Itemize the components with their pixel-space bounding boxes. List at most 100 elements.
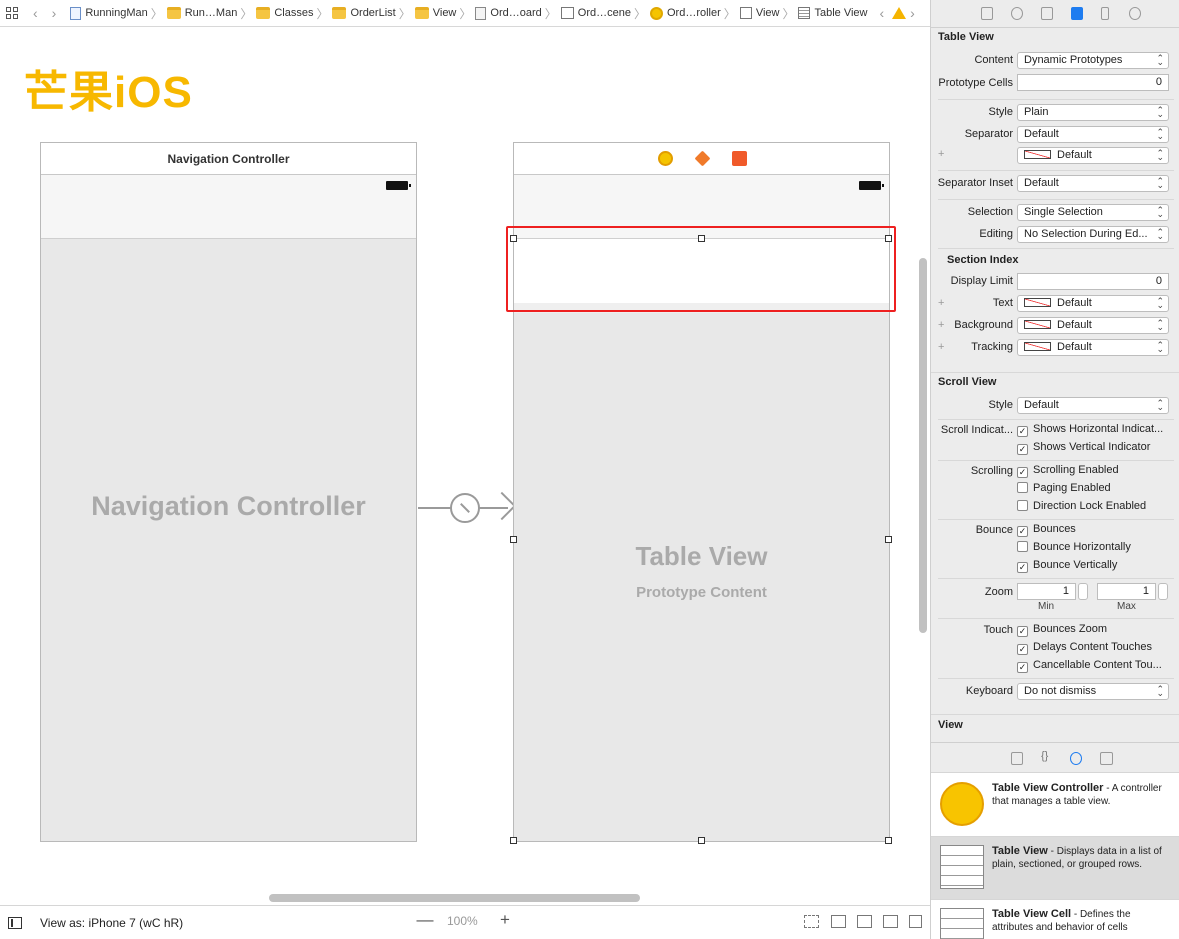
outline-toggle-icon[interactable] xyxy=(8,916,22,929)
style-popup[interactable]: Plain xyxy=(1017,104,1169,121)
touch-label: Touch xyxy=(983,624,1013,636)
color-swatch-icon xyxy=(1024,320,1051,329)
scroll-style-popup[interactable]: Default xyxy=(1017,397,1169,414)
breadcrumb-item[interactable]: Classes 〉 xyxy=(256,5,332,22)
folder-icon xyxy=(166,7,181,19)
text-color-popup[interactable]: Default xyxy=(1017,295,1169,312)
resize-handle[interactable] xyxy=(885,837,892,844)
keyboard-label: Keyboard xyxy=(965,685,1013,697)
bounce-horizontally-checkbox[interactable]: Bounce Horizontally xyxy=(1017,541,1131,553)
breadcrumb-item[interactable]: RunningMan 〉 xyxy=(70,5,166,22)
breadcrumb-item[interactable]: View 〉 xyxy=(739,5,799,22)
paging-enabled-checkbox[interactable]: Paging Enabled xyxy=(1017,482,1111,494)
resize-handle[interactable] xyxy=(510,536,517,543)
breadcrumb-item[interactable]: Ord…roller 〉 xyxy=(650,5,740,22)
scene-dock xyxy=(514,143,889,175)
selection-popup[interactable]: Single Selection xyxy=(1017,204,1169,221)
breadcrumb-item[interactable]: Ord…cene 〉 xyxy=(560,5,650,22)
bounces-checkbox[interactable]: ✓ Bounces xyxy=(1017,523,1076,537)
inspector-tabs xyxy=(931,0,1179,28)
zoom-max-field[interactable]: 1 xyxy=(1097,583,1156,600)
file-template-icon[interactable] xyxy=(1011,752,1023,765)
cancellable-content-checkbox[interactable]: ✓ Cancellable Content Tou... xyxy=(1017,659,1162,673)
file-inspector-icon[interactable] xyxy=(981,7,993,20)
content-popup[interactable]: Dynamic Prototypes xyxy=(1017,52,1169,69)
resize-handle[interactable] xyxy=(885,536,892,543)
background-popup[interactable]: Default xyxy=(1017,317,1169,334)
divider xyxy=(931,714,1179,715)
library-item-table-view-cell[interactable]: Table View Cell - Defines the attributes… xyxy=(931,900,1179,939)
issue-forward-icon[interactable]: › xyxy=(910,5,915,21)
breadcrumb-label: View xyxy=(432,7,457,19)
view-as-button[interactable]: View as: iPhone 7 (wC hR) xyxy=(40,916,183,930)
pin-icon[interactable] xyxy=(883,915,898,928)
separator-inset-label: Separator Inset xyxy=(937,177,1013,189)
related-items-icon[interactable] xyxy=(6,6,19,20)
scrolling-enabled-checkbox[interactable]: ✓ Scrolling Enabled xyxy=(1017,464,1119,478)
resolve-issues-icon[interactable] xyxy=(909,915,922,928)
checkbox-icon xyxy=(1017,541,1028,552)
code-snippet-icon[interactable]: {} xyxy=(1041,750,1053,763)
breadcrumb-item[interactable]: Table View xyxy=(798,7,867,19)
breadcrumb-item[interactable]: Ord…oard 〉 xyxy=(475,5,560,22)
shows-vertical-checkbox[interactable]: ✓ Shows Vertical Indicator xyxy=(1017,441,1150,455)
align-icon[interactable] xyxy=(857,915,872,928)
checkbox-label: Bounces xyxy=(1033,523,1076,535)
navigation-controller-scene[interactable]: Navigation Controller Navigation Control… xyxy=(40,142,417,842)
first-responder-icon[interactable] xyxy=(694,150,711,167)
segue-icon[interactable] xyxy=(450,493,480,523)
display-limit-field[interactable]: 0 xyxy=(1017,273,1169,290)
resize-handle[interactable] xyxy=(698,837,705,844)
breadcrumb-item[interactable]: Run…Man 〉 xyxy=(166,5,257,22)
separator-popup[interactable]: Default xyxy=(1017,126,1169,143)
issue-back-icon[interactable]: ‹ xyxy=(879,5,884,21)
divider xyxy=(938,678,1174,679)
library-item-table-view[interactable]: Table View - Displays data in a list of … xyxy=(931,837,1179,900)
selection-label: Selection xyxy=(967,206,1013,218)
highlight-annotation xyxy=(506,226,896,312)
zoom-in-button[interactable]: + xyxy=(496,910,514,930)
attributes-inspector-icon[interactable] xyxy=(1071,7,1083,20)
horizontal-scrollbar[interactable] xyxy=(269,894,640,902)
separator-inset-popup[interactable]: Default xyxy=(1017,175,1169,192)
connections-inspector-icon[interactable] xyxy=(1129,7,1141,20)
update-frames-icon[interactable] xyxy=(804,915,819,928)
view-controller-icon[interactable] xyxy=(658,151,673,166)
size-inspector-icon[interactable] xyxy=(1101,7,1109,20)
breadcrumb-item[interactable]: View 〉 xyxy=(414,5,476,22)
zoom-out-button[interactable]: — xyxy=(416,910,434,930)
scrolling-label: Scrolling xyxy=(970,465,1013,477)
media-library-icon[interactable] xyxy=(1100,752,1113,765)
back-arrow-icon[interactable]: ‹ xyxy=(33,5,38,21)
vertical-scrollbar[interactable] xyxy=(919,258,927,633)
direction-lock-checkbox[interactable]: Direction Lock Enabled xyxy=(1017,500,1146,512)
prototype-cells-field[interactable]: 0 xyxy=(1017,74,1169,91)
add-variation-icon[interactable]: + xyxy=(938,148,944,160)
bounces-zoom-checkbox[interactable]: ✓ Bounces Zoom xyxy=(1017,623,1107,637)
quick-help-icon[interactable] xyxy=(1011,7,1023,20)
tracking-popup[interactable]: Default xyxy=(1017,339,1169,356)
shows-horizontal-checkbox[interactable]: ✓ Shows Horizontal Indicat... xyxy=(1017,423,1163,437)
warning-icon[interactable] xyxy=(892,7,907,19)
identity-inspector-icon[interactable] xyxy=(1041,7,1053,20)
battery-icon xyxy=(386,181,411,190)
forward-arrow-icon[interactable]: › xyxy=(52,5,57,21)
zoom-max-stepper[interactable] xyxy=(1158,583,1168,600)
breadcrumb-item[interactable]: OrderList 〉 xyxy=(332,5,414,22)
library-item-table-view-controller[interactable]: Table View Controller - A controller tha… xyxy=(931,774,1179,837)
object-library-icon[interactable] xyxy=(1070,752,1082,765)
display-limit-label: Display Limit xyxy=(950,275,1013,287)
delays-content-checkbox[interactable]: ✓ Delays Content Touches xyxy=(1017,641,1152,655)
checkbox-icon: ✓ xyxy=(1017,644,1028,655)
embed-in-stack-icon[interactable] xyxy=(831,915,846,928)
keyboard-popup[interactable]: Do not dismiss xyxy=(1017,683,1169,700)
editing-popup[interactable]: No Selection During Ed... xyxy=(1017,226,1169,243)
table-view-icon xyxy=(798,7,811,19)
exit-icon[interactable] xyxy=(732,151,747,166)
separator-color-popup[interactable]: Default xyxy=(1017,147,1169,164)
resize-handle[interactable] xyxy=(510,837,517,844)
bounce-vertically-checkbox[interactable]: ✓ Bounce Vertically xyxy=(1017,559,1117,573)
zoom-min-stepper[interactable] xyxy=(1078,583,1088,600)
section-title: Table View xyxy=(938,31,994,43)
zoom-min-field[interactable]: 1 xyxy=(1017,583,1076,600)
